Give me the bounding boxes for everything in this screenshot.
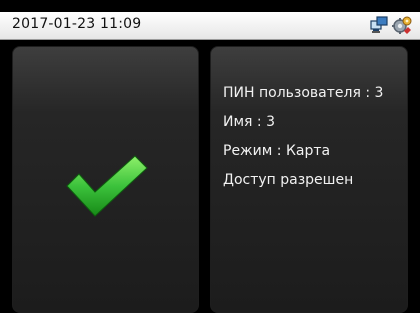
network-icon [370, 16, 388, 38]
datetime: 2017-01-23 11:09 [12, 16, 142, 32]
verify-mode-line: Режим : Карта [223, 143, 331, 159]
status-bar: 2017-01-23 11:09 [0, 12, 420, 40]
result-panel [12, 46, 199, 313]
user-name-line: Имя : 3 [223, 114, 275, 130]
info-panel: ПИН пользователя : 3 Имя : 3 Режим : Кар… [210, 46, 408, 313]
status-icons [370, 15, 412, 39]
user-info: ПИН пользователя : 3 Имя : 3 Режим : Кар… [223, 83, 383, 199]
checkmark-icon [65, 152, 149, 224]
access-status-line: Доступ разрешен [223, 172, 354, 188]
user-pin-line: ПИН пользователя : 3 [223, 85, 384, 101]
settings-gear-icon [392, 15, 412, 39]
